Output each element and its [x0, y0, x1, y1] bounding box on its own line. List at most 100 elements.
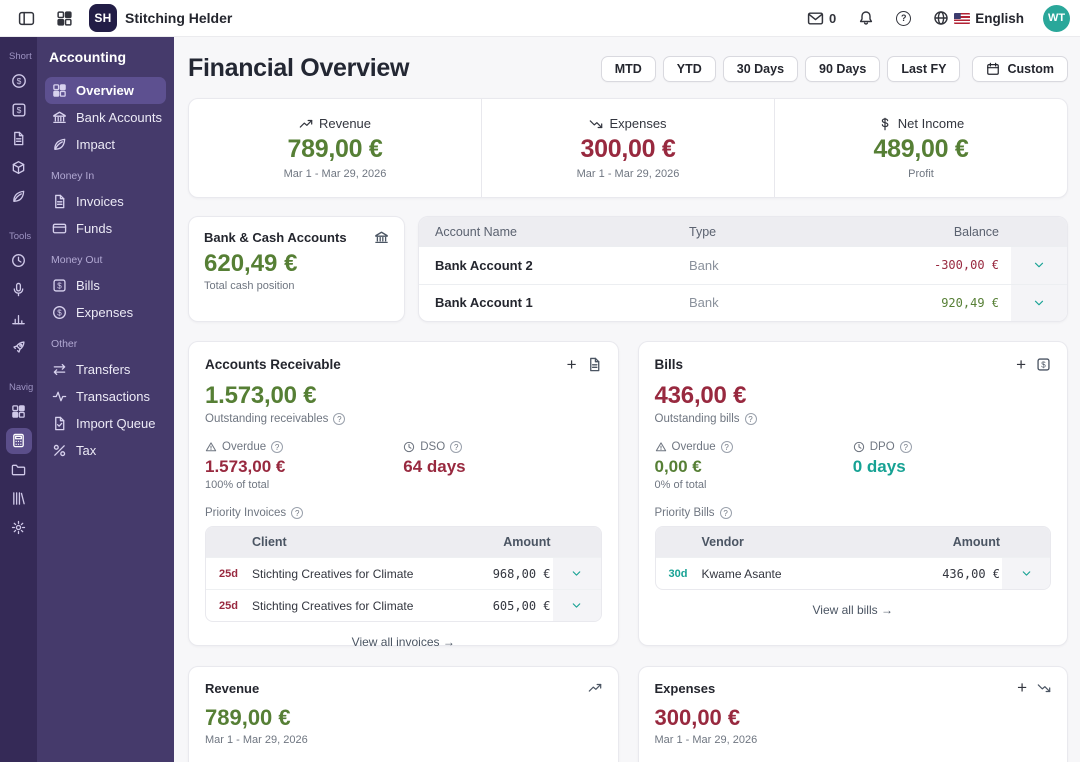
accounts-table-card: Account Name Type Balance Bank Account 2…	[418, 216, 1068, 322]
expand-account-button[interactable]	[1011, 247, 1067, 284]
mail-icon	[807, 11, 824, 25]
messages-button[interactable]: 0	[796, 10, 847, 27]
overdue-label: Overdue	[222, 441, 267, 453]
trend-down-icon[interactable]	[1037, 681, 1051, 695]
user-avatar[interactable]: WT	[1043, 4, 1070, 32]
kpi-revenue-period: Mar 1 - Mar 29, 2026	[283, 168, 387, 180]
trend-up-icon[interactable]	[588, 681, 602, 695]
rail-grid-icon[interactable]	[6, 399, 32, 425]
chevron-down-icon	[572, 571, 581, 576]
expand-bill-button[interactable]	[1002, 558, 1050, 589]
sidebar-item-expenses[interactable]: $ Expenses	[45, 299, 166, 326]
range-ytd-button[interactable]: YTD	[662, 55, 716, 82]
sidebar-item-label: Import Queue	[76, 416, 156, 431]
svg-text:$: $	[16, 105, 21, 115]
sidebar-item-label: Bills	[76, 278, 100, 293]
sidebar-menu-panel: Accounting Overview Bank Accounts Impact…	[37, 37, 174, 762]
sidebar-item-funds[interactable]: Funds	[45, 215, 166, 242]
help-icon[interactable]: ?	[271, 441, 284, 453]
overdue-sub: 0% of total	[654, 479, 707, 491]
accounts-header-type: Type	[689, 224, 717, 239]
invoice-document-icon	[55, 194, 65, 209]
invoice-amount: 605,00 €	[492, 598, 551, 613]
sidebar-toggle-button[interactable]	[13, 5, 39, 31]
kpi-expenses: Expenses 300,00 € Mar 1 - Mar 29, 2026	[481, 99, 774, 197]
rail-package-icon[interactable]	[6, 155, 32, 181]
rail-leaf-icon[interactable]	[6, 184, 32, 210]
help-icon[interactable]: ?	[450, 441, 463, 453]
dso-value: 64 days	[403, 457, 466, 476]
sidebar-item-transfers[interactable]: Transfers	[45, 356, 166, 383]
rail-microphone-icon[interactable]	[6, 277, 32, 303]
expand-invoice-button[interactable]	[552, 590, 601, 621]
add-expense-button[interactable]: +	[1017, 679, 1027, 696]
view-all-invoices-link[interactable]: View all invoices →	[205, 635, 602, 649]
table-row[interactable]: Bank Account 1 Bank 920,49 €	[419, 283, 1067, 321]
help-icon[interactable]: ?	[291, 507, 304, 519]
rail-folder-icon[interactable]	[6, 457, 32, 483]
table-row[interactable]: 25d Stichting Creatives for Climate 605,…	[206, 589, 601, 621]
kpi-net-income-value: 489,00 €	[873, 135, 969, 163]
sidebar-item-import-queue[interactable]: Import Queue	[45, 410, 166, 437]
priority-bills-header: Vendor Amount	[655, 527, 1050, 557]
rail-document-icon[interactable]	[6, 126, 32, 152]
table-row[interactable]: Bank Account 2 Bank -300,00 €	[419, 246, 1067, 284]
vendor-column-header: Vendor	[701, 535, 744, 549]
range-90days-button[interactable]: 90 Days	[805, 55, 881, 82]
range-custom-button[interactable]: Custom	[972, 55, 1068, 82]
rail-dollar-invoice-icon[interactable]: $	[6, 97, 32, 123]
sidebar-item-tax[interactable]: Tax	[45, 437, 166, 464]
chevron-down-icon	[572, 603, 581, 608]
sidebar-item-invoices[interactable]: Invoices	[45, 188, 166, 215]
sidebar-item-impact[interactable]: Impact	[45, 131, 166, 158]
chevron-down-icon	[1034, 262, 1044, 268]
help-button[interactable]: ?	[885, 10, 922, 26]
rail-rocket-icon[interactable]	[6, 335, 32, 361]
top-bar: SH Stitching Helder 0 ? English WT	[0, 0, 1080, 37]
company-logo[interactable]: SH	[89, 4, 117, 32]
rail-library-icon[interactable]	[6, 486, 32, 512]
bills-outstanding-value: 436,00 €	[654, 382, 747, 409]
help-icon[interactable]: ?	[720, 441, 733, 453]
bank-icon[interactable]	[374, 230, 389, 245]
notifications-button[interactable]	[847, 10, 885, 26]
bank-cash-card: Bank & Cash Accounts 620,49 € Total cash…	[188, 216, 405, 322]
help-icon[interactable]: ?	[899, 441, 912, 453]
bills-list-button[interactable]: $	[1036, 357, 1051, 372]
sidebar-item-label: Invoices	[76, 194, 124, 209]
rail-settings-gear-icon[interactable]	[6, 515, 32, 541]
expenses-card-title: Expenses	[654, 681, 716, 696]
sidebar-item-overview[interactable]: Overview	[45, 77, 166, 104]
table-row[interactable]: 30d Kwame Asante 436,00 €	[655, 557, 1050, 589]
sidebar-item-transactions[interactable]: Transactions	[45, 383, 166, 410]
receivables-outstanding-value: 1.573,00 €	[205, 382, 317, 409]
kpi-expenses-label: Expenses	[609, 116, 667, 131]
expand-account-button[interactable]	[1011, 284, 1067, 321]
language-switcher[interactable]: English	[922, 10, 1035, 26]
apps-grid-button[interactable]	[51, 5, 77, 31]
sidebar-item-bills[interactable]: $ Bills	[45, 272, 166, 299]
expand-invoice-button[interactable]	[552, 558, 601, 589]
range-30days-button[interactable]: 30 Days	[722, 55, 799, 82]
expense-dollar-circle-icon: $	[53, 306, 66, 319]
help-icon[interactable]: ?	[719, 507, 732, 519]
help-icon[interactable]: ?	[333, 413, 346, 425]
invoices-list-button[interactable]	[587, 357, 602, 372]
range-lastfy-button[interactable]: Last FY	[887, 55, 961, 82]
bank-icon	[53, 111, 66, 124]
rail-dollar-coin-icon[interactable]: $	[6, 68, 32, 94]
sidebar-item-bank-accounts[interactable]: Bank Accounts	[45, 104, 166, 131]
add-invoice-button[interactable]: +	[567, 356, 577, 373]
help-icon[interactable]: ?	[744, 413, 757, 425]
dpo-value: 0 days	[852, 457, 906, 476]
total-cash-subtitle: Total cash position	[204, 280, 295, 292]
bank-cash-title: Bank & Cash Accounts	[204, 230, 347, 245]
table-row[interactable]: 25d Stichting Creatives for Climate 968,…	[206, 557, 601, 589]
rail-bar-chart-icon[interactable]	[6, 306, 32, 332]
page-header: Financial Overview MTD YTD 30 Days 90 Da…	[188, 54, 1068, 83]
rail-clock-icon[interactable]	[6, 248, 32, 274]
add-bill-button[interactable]: +	[1016, 356, 1026, 373]
rail-calculator-icon[interactable]	[5, 427, 32, 454]
view-all-bills-link[interactable]: View all bills →	[655, 603, 1052, 617]
range-mtd-button[interactable]: MTD	[600, 55, 656, 82]
